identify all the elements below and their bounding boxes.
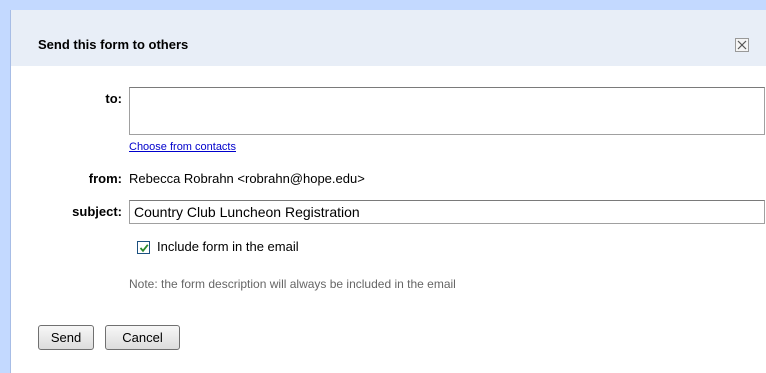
- from-value: Rebecca Robrahn <robrahn@hope.edu>: [129, 171, 365, 186]
- subject-field[interactable]: [129, 200, 765, 224]
- description-note: Note: the form description will always b…: [129, 277, 456, 291]
- dialog-titlebar: Send this form to others: [11, 10, 766, 66]
- cancel-button[interactable]: Cancel: [105, 325, 180, 350]
- to-label: to:: [105, 91, 122, 106]
- dialog-title: Send this form to others: [38, 37, 189, 52]
- checkmark-icon: [139, 244, 149, 253]
- from-label: from:: [88, 171, 122, 186]
- close-icon: [737, 40, 747, 50]
- to-field[interactable]: [129, 87, 765, 135]
- close-button[interactable]: [735, 38, 749, 52]
- subject-label: subject:: [72, 204, 122, 219]
- send-button[interactable]: Send: [38, 325, 94, 350]
- send-form-dialog: Send this form to others to: Choose from…: [10, 10, 766, 373]
- include-form-label[interactable]: Include form in the email: [157, 239, 299, 254]
- choose-from-contacts-link[interactable]: Choose from contacts: [129, 141, 236, 153]
- include-form-checkbox[interactable]: [137, 241, 150, 254]
